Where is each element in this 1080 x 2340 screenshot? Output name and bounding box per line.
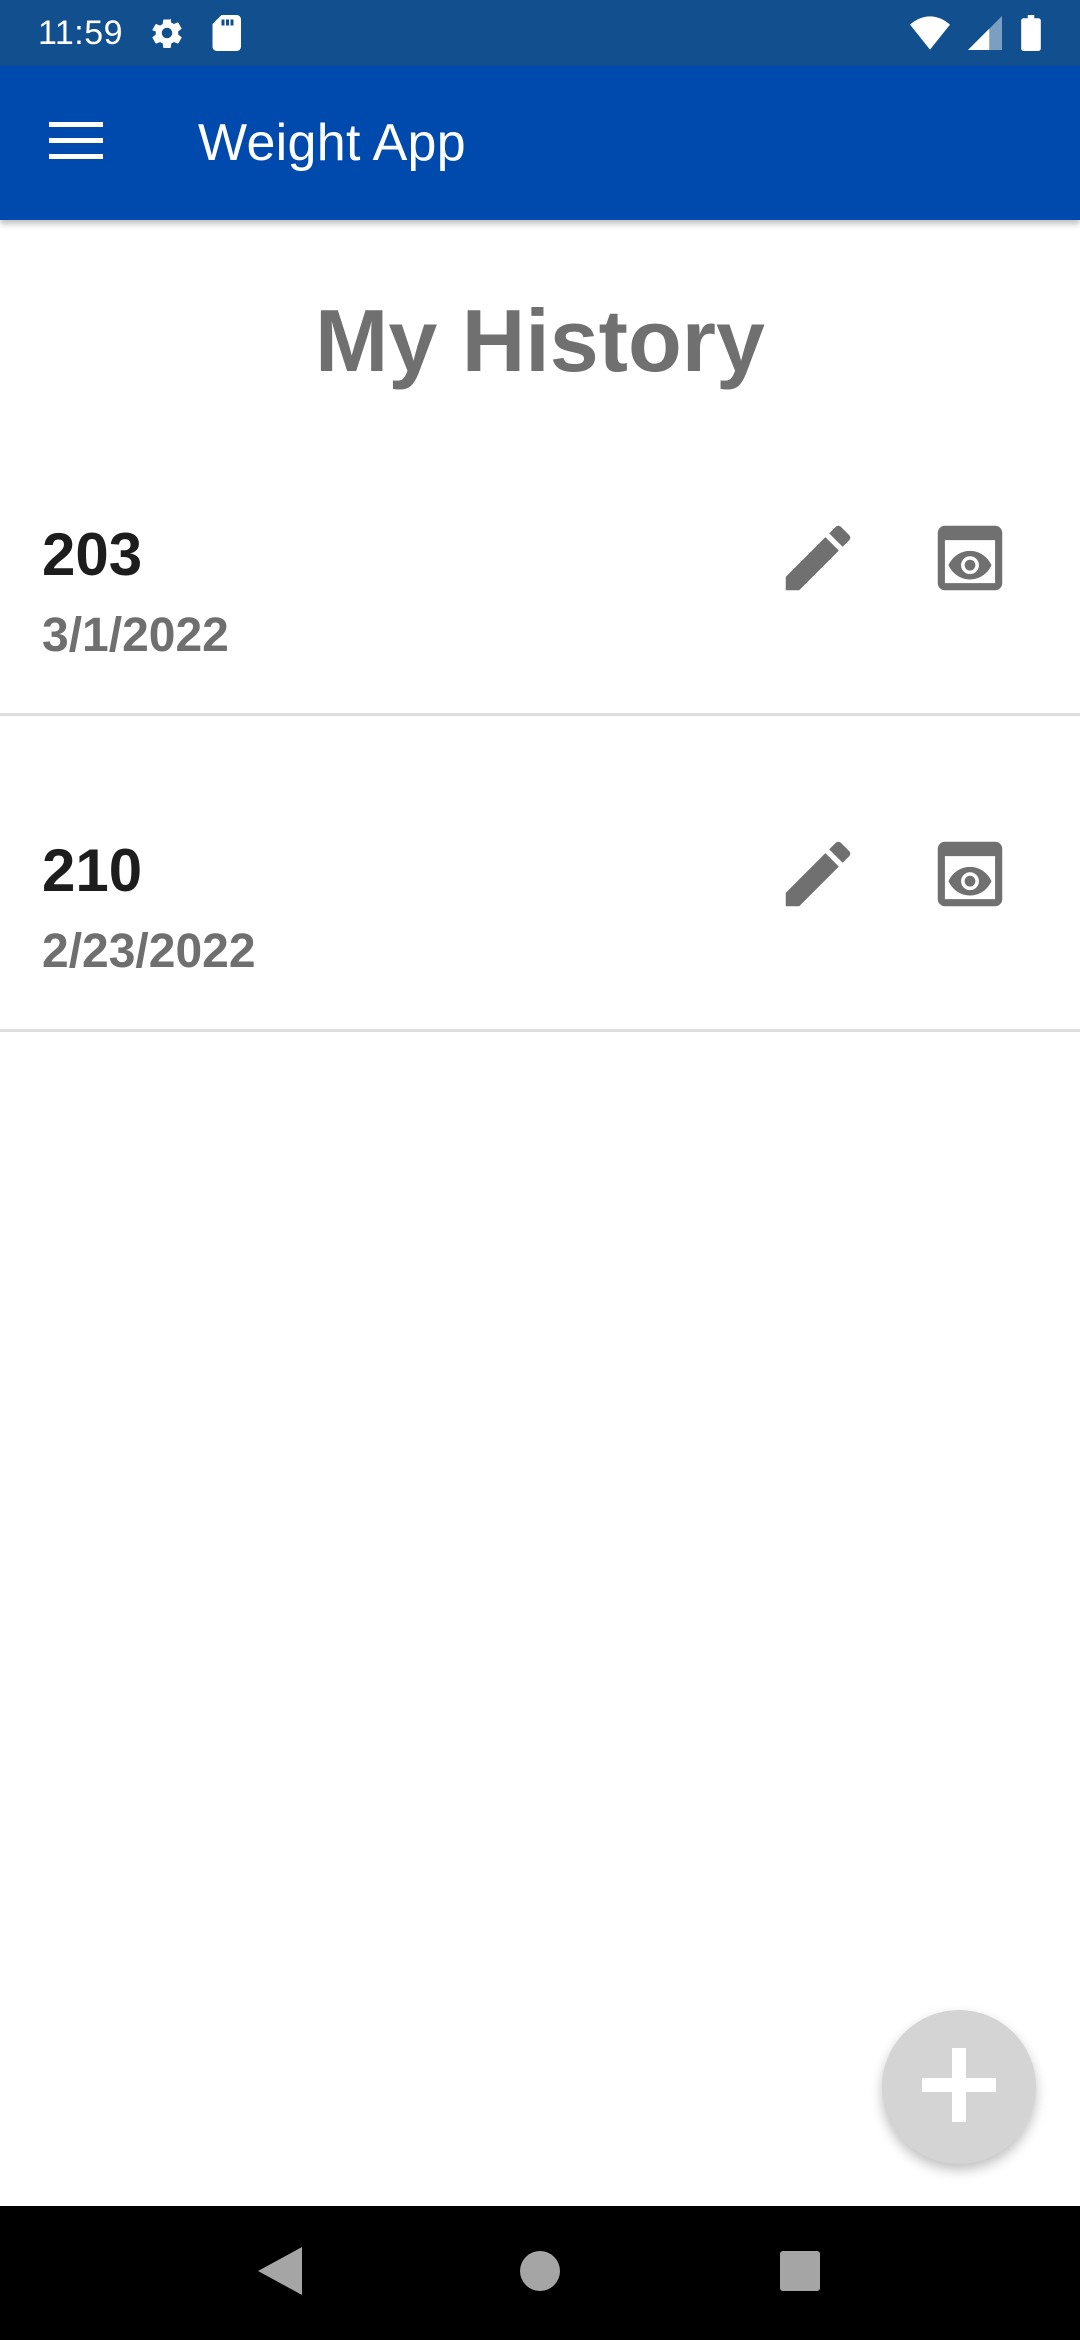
page-title: My History — [315, 291, 765, 390]
gear-icon — [149, 15, 185, 51]
signal-icon — [968, 16, 1002, 50]
history-row[interactable]: 210 2/23/2022 — [0, 786, 1080, 1032]
system-nav-bar — [0, 2206, 1080, 2340]
entry-date: 2/23/2022 — [42, 925, 256, 978]
pencil-icon — [775, 515, 861, 606]
edit-button[interactable] — [768, 510, 868, 610]
eye-icon — [927, 831, 1013, 922]
entry-date: 3/1/2022 — [42, 609, 229, 662]
eye-icon — [927, 515, 1013, 606]
history-list: 203 3/1/2022 210 2/23/2022 — [0, 470, 1080, 1032]
history-row[interactable]: 203 3/1/2022 — [0, 470, 1080, 716]
status-left: 11:59 — [38, 13, 242, 53]
add-entry-button[interactable] — [882, 2010, 1036, 2164]
screen: 11:59 Weight App My History 203 3/1/2022… — [0, 0, 1080, 2340]
weight-value: 210 — [42, 837, 143, 904]
view-button[interactable] — [920, 826, 1020, 926]
plus-icon — [922, 2047, 996, 2127]
edit-button[interactable] — [768, 826, 868, 926]
recents-icon — [780, 2250, 820, 2296]
hamburger-menu-icon — [49, 121, 103, 165]
app-bar: Weight App — [0, 66, 1080, 220]
status-time: 11:59 — [38, 13, 124, 52]
weight-value: 203 — [42, 521, 143, 588]
menu-button[interactable] — [48, 115, 104, 171]
nav-recents-button[interactable] — [760, 2233, 840, 2313]
home-icon — [519, 2250, 561, 2297]
sd-card-icon — [211, 15, 242, 51]
back-icon — [258, 2246, 302, 2300]
status-bar: 11:59 — [0, 0, 1080, 66]
status-right — [910, 15, 1042, 51]
app-title: Weight App — [198, 114, 467, 172]
nav-back-button[interactable] — [240, 2233, 320, 2313]
wifi-icon — [910, 16, 950, 50]
view-button[interactable] — [920, 510, 1020, 610]
pencil-icon — [775, 831, 861, 922]
nav-home-button[interactable] — [500, 2233, 580, 2313]
battery-icon — [1020, 15, 1042, 51]
